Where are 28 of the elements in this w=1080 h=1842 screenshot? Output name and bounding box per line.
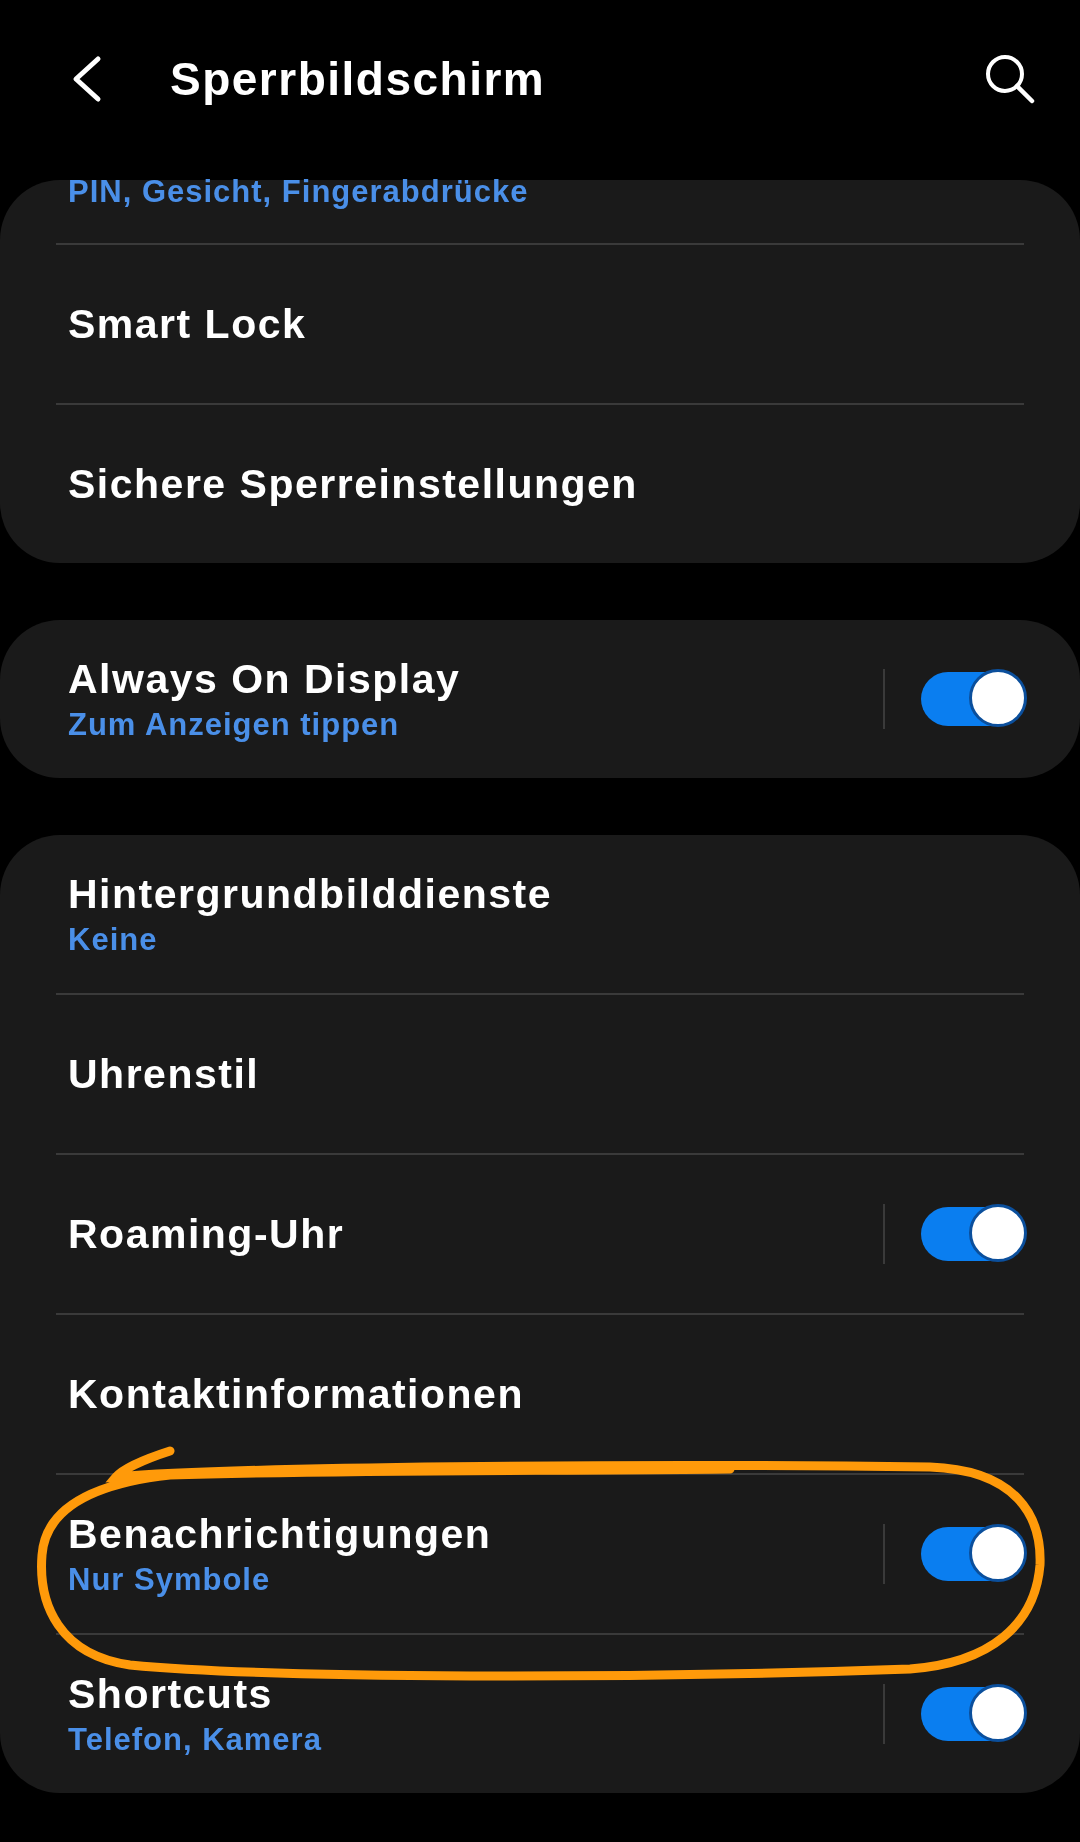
toggle-switch[interactable] — [921, 1527, 1024, 1581]
setting-title: Smart Lock — [68, 300, 308, 348]
toggle-switch[interactable] — [921, 672, 1024, 726]
setting-title: Uhrenstil — [68, 1050, 261, 1098]
setting-title: Benachrichtigungen — [68, 1510, 493, 1558]
setting-title: Shortcuts — [68, 1670, 274, 1718]
search-icon[interactable] — [984, 53, 1036, 105]
setting-title: Sichere Sperreinstellungen — [68, 460, 639, 508]
setting-summary: Telefon, Kamera — [68, 1721, 323, 1758]
setting-summary: Zum Anzeigen tippen — [68, 706, 401, 743]
setting-summary: Keine — [68, 921, 159, 958]
settings-row[interactable]: Sichere Sperreinstellungen — [0, 405, 1080, 563]
settings-row[interactable]: Smart Lock — [0, 245, 1080, 403]
setting-title: Always On Display — [68, 655, 462, 703]
toggle-switch[interactable] — [921, 1207, 1024, 1261]
settings-row[interactable]: Always On Display Zum Anzeigen tippen — [0, 620, 1080, 778]
setting-title: Roaming-Uhr — [68, 1210, 346, 1258]
setting-title: Kontaktinformationen — [68, 1370, 525, 1418]
settings-row[interactable]: Hintergrundbilddienste Keine — [0, 835, 1080, 993]
settings-row[interactable]: Benachrichtigungen Nur Symbole — [0, 1475, 1080, 1633]
setting-title: Hintergrundbilddienste — [68, 870, 553, 918]
settings-row[interactable]: Shortcuts Telefon, Kamera — [0, 1635, 1080, 1793]
settings-row[interactable]: Kontaktinformationen — [0, 1315, 1080, 1473]
setting-summary: Nur Symbole — [68, 1561, 272, 1598]
settings-row[interactable]: Roaming-Uhr — [0, 1155, 1080, 1313]
screen-title: Sperrbildschirm — [170, 52, 547, 106]
toggle-switch[interactable] — [921, 1687, 1024, 1741]
settings-row[interactable]: Uhrenstil — [0, 995, 1080, 1153]
